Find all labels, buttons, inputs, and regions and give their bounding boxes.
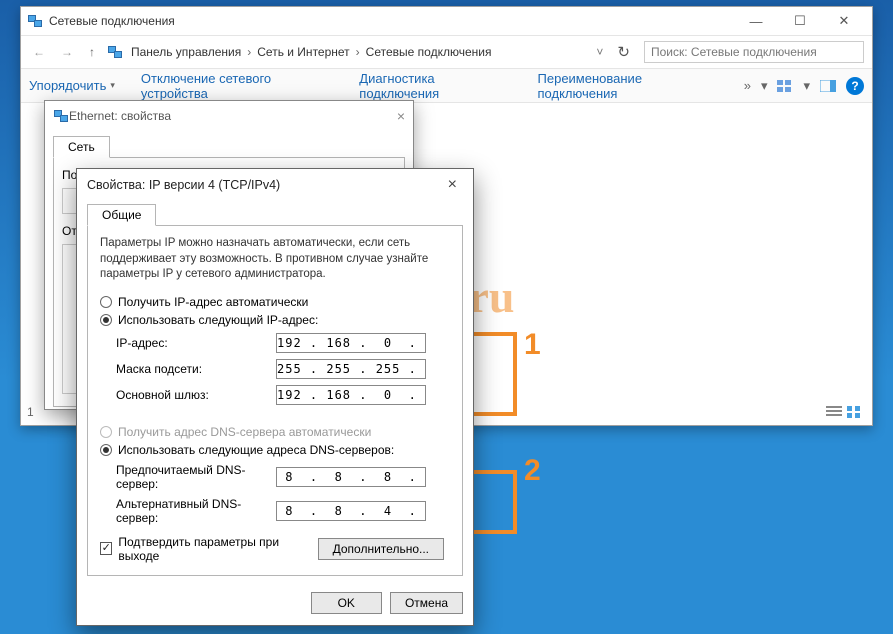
refresh-icon[interactable]: ↻: [617, 43, 630, 61]
chevron-down-icon[interactable]: ▾: [803, 78, 810, 94]
crumb-network-internet[interactable]: Сеть и Интернет: [257, 45, 349, 59]
toolbar-rename-label: Переименование подключения: [538, 71, 718, 101]
radio-label: Использовать следующие адреса DNS-сервер…: [118, 443, 394, 457]
crumb-sep: ›: [356, 45, 360, 59]
nav-back-icon[interactable]: ←: [29, 45, 49, 59]
default-gateway-label: Основной шлюз:: [116, 388, 276, 402]
preferred-dns-input[interactable]: [276, 467, 426, 487]
preview-pane-icon[interactable]: [820, 80, 836, 92]
chevron-down-icon: ▾: [110, 80, 115, 91]
crumb-network-connections[interactable]: Сетевые подключения: [366, 45, 492, 59]
ok-button[interactable]: OK: [311, 592, 382, 614]
radio-icon: [100, 314, 112, 326]
path-icon: [107, 44, 123, 60]
validate-checkbox[interactable]: ✓: [100, 542, 112, 555]
toolbar-organize[interactable]: Упорядочить ▾: [29, 78, 115, 93]
validate-checkbox-label: Подтвердить параметры при выходе: [118, 535, 311, 563]
radio-use-following-dns[interactable]: Использовать следующие адреса DNS-сервер…: [100, 443, 450, 457]
details-view-icon[interactable]: [826, 405, 842, 419]
radio-label: Получить IP-адрес автоматически: [118, 295, 308, 309]
ethernet-icon: [53, 108, 69, 124]
annotation-2: 2: [524, 454, 541, 488]
close-icon[interactable]: ×: [397, 108, 405, 124]
crumb-control-panel[interactable]: Панель управления: [131, 45, 241, 59]
nav-forward-icon[interactable]: →: [57, 45, 77, 59]
window-controls: — ☐ ✕: [734, 9, 866, 33]
dialog-body: Параметры IP можно назначать автоматичес…: [87, 225, 463, 576]
alternate-dns-input[interactable]: [276, 501, 426, 521]
view-options-icon[interactable]: [777, 80, 793, 92]
dialog-title: Ethernet: свойства: [69, 109, 171, 123]
radio-icon: [100, 426, 112, 438]
tab-network[interactable]: Сеть: [53, 136, 110, 158]
toolbar-diagnose-label: Диагностика подключения: [359, 71, 511, 101]
radio-obtain-dns-auto: Получить адрес DNS-сервера автоматически: [100, 425, 450, 439]
search-placeholder: Поиск: Сетевые подключения: [651, 45, 817, 59]
view-toggle-group: [826, 405, 862, 419]
address-bar: ← → ↑ Панель управления › Сеть и Интерне…: [21, 35, 872, 69]
subnet-mask-input[interactable]: [276, 359, 426, 379]
close-button[interactable]: ✕: [822, 9, 866, 33]
radio-label: Получить адрес DNS-сервера автоматически: [118, 425, 371, 439]
radio-icon: [100, 296, 112, 308]
toolbar: Упорядочить ▾ Отключение сетевого устрой…: [21, 69, 872, 103]
alternate-dns-label: Альтернативный DNS-сервер:: [116, 497, 276, 525]
help-icon[interactable]: ?: [846, 77, 864, 95]
dialog-footer: OK Отмена: [77, 586, 473, 624]
default-gateway-input[interactable]: [276, 385, 426, 405]
close-icon[interactable]: ×: [442, 176, 463, 194]
radio-icon: [100, 444, 112, 456]
dialog-titlebar: Свойства: IP версии 4 (TCP/IPv4) ×: [77, 169, 473, 201]
maximize-button[interactable]: ☐: [778, 9, 822, 33]
window-title: Сетевые подключения: [49, 14, 175, 28]
toolbar-diagnose[interactable]: Диагностика подключения: [359, 71, 511, 101]
network-connections-icon: [27, 13, 43, 29]
dialog-title: Свойства: IP версии 4 (TCP/IPv4): [87, 178, 280, 192]
search-input[interactable]: Поиск: Сетевые подключения: [644, 41, 864, 63]
titlebar: Сетевые подключения — ☐ ✕: [21, 7, 872, 35]
ip-address-input[interactable]: [276, 333, 426, 353]
breadcrumb[interactable]: Панель управления › Сеть и Интернет › Се…: [131, 45, 491, 59]
toolbar-organize-label: Упорядочить: [29, 78, 106, 93]
radio-use-following-ip[interactable]: Использовать следующий IP-адрес:: [100, 313, 450, 327]
radio-label: Использовать следующий IP-адрес:: [118, 313, 318, 327]
ipv4-properties-dialog: Свойства: IP версии 4 (TCP/IPv4) × Общие…: [76, 168, 474, 626]
dialog-titlebar: Ethernet: свойства ×: [45, 101, 413, 131]
toolbar-more-icon[interactable]: »: [744, 78, 751, 93]
preferred-dns-label: Предпочитаемый DNS-сервер:: [116, 463, 276, 491]
icons-view-icon[interactable]: [846, 405, 862, 419]
status-item-count: 1: [27, 405, 34, 419]
toolbar-rename[interactable]: Переименование подключения: [538, 71, 718, 101]
subnet-mask-label: Маска подсети:: [116, 362, 276, 376]
description-text: Параметры IP можно назначать автоматичес…: [100, 236, 450, 283]
address-expand-icon[interactable]: ˅: [596, 45, 603, 59]
minimize-button[interactable]: —: [734, 9, 778, 33]
advanced-button[interactable]: Дополнительно...: [318, 538, 444, 560]
toolbar-disable-label: Отключение сетевого устройства: [141, 71, 333, 101]
toolbar-disable-device[interactable]: Отключение сетевого устройства: [141, 71, 333, 101]
radio-obtain-ip-auto[interactable]: Получить IP-адрес автоматически: [100, 295, 450, 309]
tab-general[interactable]: Общие: [87, 204, 156, 226]
ip-address-label: IP-адрес:: [116, 336, 276, 350]
cancel-button[interactable]: Отмена: [390, 592, 463, 614]
chevron-down-icon[interactable]: ▾: [761, 78, 768, 94]
nav-up-icon[interactable]: ↑: [85, 45, 99, 59]
crumb-sep: ›: [247, 45, 251, 59]
